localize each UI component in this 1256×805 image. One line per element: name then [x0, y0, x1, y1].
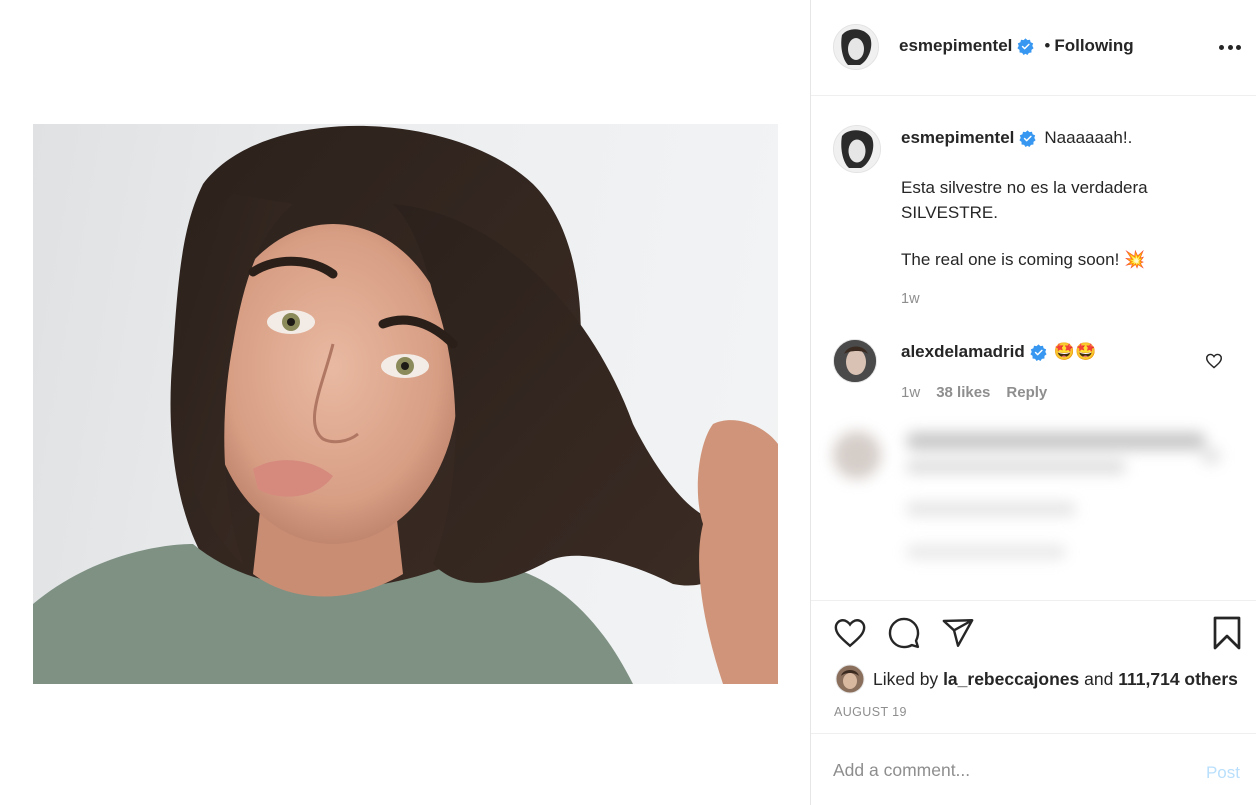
caption-avatar-image: [834, 126, 880, 172]
caption-first-row: esmepimentel Naaaaaah!.: [901, 128, 1132, 148]
comment-likes[interactable]: 38 likes: [936, 384, 990, 401]
verified-badge-icon: [1019, 129, 1036, 147]
liked-by-avatar[interactable]: [835, 664, 865, 694]
author-avatar[interactable]: [833, 24, 879, 70]
post-comment-button[interactable]: Post: [1206, 763, 1240, 783]
caption-first-line: Naaaaaah!.: [1044, 128, 1133, 147]
header-user-row: esmepimentel • Following: [899, 36, 1134, 56]
post-header: esmepimentel • Following: [811, 0, 1256, 96]
add-comment-bar: Post: [811, 733, 1256, 805]
verified-badge-icon: [1017, 37, 1034, 55]
post-sidebar: esmepimentel • Following esmepimentel Na…: [810, 0, 1256, 805]
post-media-area: [0, 0, 810, 805]
commenter-avatar[interactable]: [833, 339, 877, 383]
liked-by-connector: and: [1084, 668, 1114, 689]
commenter-avatar-image: [834, 340, 876, 382]
comment-text: 🤩🤩: [1053, 342, 1097, 361]
comment-reply-button[interactable]: Reply: [1006, 384, 1047, 401]
author-username[interactable]: esmepimentel: [899, 36, 1012, 56]
comment-row: alexdelamadrid 🤩🤩: [901, 342, 1096, 362]
follow-separator: •: [1044, 36, 1051, 55]
liked-by-prefix: Liked by: [873, 668, 939, 689]
author-avatar-image: [834, 25, 878, 69]
post-photo[interactable]: [33, 124, 778, 684]
bookmark-icon[interactable]: [1211, 615, 1243, 651]
heart-icon[interactable]: [833, 617, 867, 649]
post-date[interactable]: AUGUST 19: [834, 705, 907, 719]
more-options-icon[interactable]: [1219, 38, 1241, 56]
comment-author[interactable]: alexdelamadrid: [901, 342, 1025, 362]
caption-avatar[interactable]: [833, 125, 881, 173]
collision-emoji: 💥: [1124, 250, 1146, 269]
liked-by-row: Liked by la_rebeccajones and 111,714 oth…: [835, 664, 1238, 694]
liked-by-others[interactable]: 111,714 others: [1118, 669, 1238, 690]
comment-input[interactable]: [833, 760, 1173, 781]
caption-paragraph2: The real one is coming soon!: [901, 250, 1120, 269]
caption-paragraph2-row: The real one is coming soon! 💥: [901, 247, 1231, 272]
caption-paragraph1-line2: SILVESTRE.: [901, 203, 998, 222]
comment-time[interactable]: 1w: [901, 384, 920, 401]
caption-author[interactable]: esmepimentel: [901, 128, 1014, 148]
following-button[interactable]: Following: [1054, 36, 1133, 56]
caption-body: Esta silvestre no es la verdadera SILVES…: [901, 175, 1231, 272]
comment-meta-row: 1w 38 likes Reply: [901, 384, 1047, 401]
small-heart-icon[interactable]: [1205, 353, 1223, 369]
liked-by-user[interactable]: la_rebeccajones: [943, 669, 1079, 690]
share-icon[interactable]: [941, 616, 975, 650]
caption-paragraph1-line1: Esta silvestre no es la verdadera: [901, 178, 1148, 197]
post-photo-illustration: [33, 125, 778, 684]
redacted-comment: [833, 431, 1221, 559]
caption-time[interactable]: 1w: [901, 291, 920, 307]
comment-icon[interactable]: [887, 616, 921, 650]
verified-badge-icon: [1030, 343, 1047, 361]
